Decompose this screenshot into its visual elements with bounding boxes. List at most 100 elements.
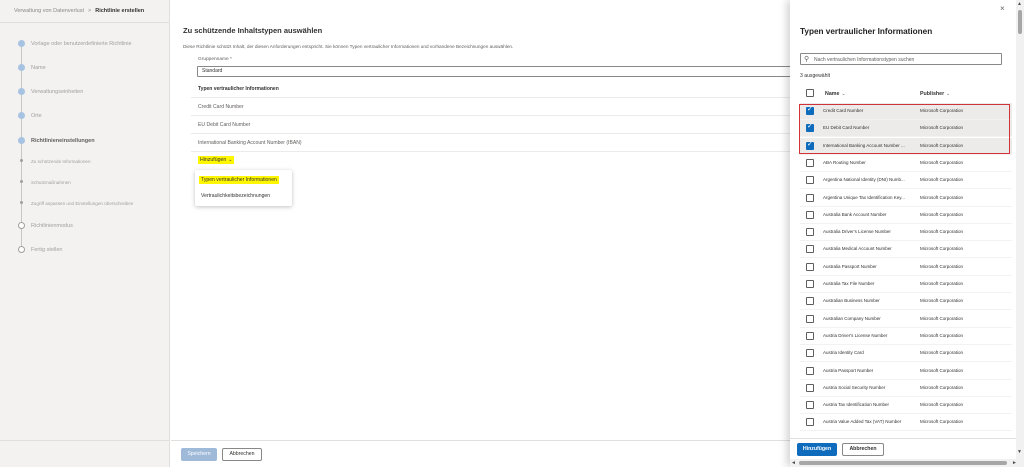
sensitive-info-types-panel: × Typen vertraulicher Informationen ⚲ 3 … — [790, 0, 1024, 467]
step-complete-icon — [18, 40, 25, 47]
list-item[interactable]: Australia Tax File Number Microsoft Corpo… — [800, 276, 1012, 293]
save-button[interactable]: Speichern — [181, 448, 217, 461]
close-icon[interactable]: × — [1000, 4, 1005, 13]
wizard-step[interactable]: Name — [0, 62, 168, 74]
wizard-step[interactable]: Vorlage oder benutzerdefinierte Richtlin… — [0, 38, 168, 50]
cancel-button[interactable]: Abbrechen — [222, 448, 262, 461]
checkbox[interactable] — [806, 245, 814, 254]
item-publisher: Microsoft Corporation — [920, 194, 964, 200]
item-publisher: Microsoft Corporation — [920, 125, 964, 131]
checkbox-checked[interactable] — [806, 140, 814, 150]
search-input[interactable] — [814, 55, 999, 64]
column-header-name[interactable]: Name ⌄ — [825, 91, 846, 97]
wizard-step[interactable]: Zu schützende Informationen — [0, 155, 168, 167]
list-item[interactable]: Australian Business Number Microsoft Corp… — [800, 293, 1012, 311]
list-item[interactable]: ABA Routing Number Microsoft Corporation — [800, 155, 1012, 172]
panel-cancel-button[interactable]: Abbrechen — [842, 443, 884, 456]
list-item[interactable]: International Banking Account Number ...… — [800, 137, 1012, 155]
select-all-checkbox[interactable] — [806, 89, 814, 97]
item-name: Argentina Unique Tax Identification Key.… — [823, 194, 905, 200]
wizard-step[interactable]: Richtlinienmodus — [0, 220, 168, 232]
main-footer-divider — [171, 440, 791, 441]
checkbox[interactable] — [806, 349, 814, 358]
breadcrumb-parent[interactable]: Verwaltung von Datenverlust — [14, 8, 84, 14]
list-item[interactable]: Argentina National Identity (DNI) Numb..… — [800, 172, 1012, 190]
scroll-thumb[interactable] — [799, 461, 1007, 465]
wizard-step-label: Zu schützende Informationen — [31, 158, 91, 164]
item-name: Austria Identity Card — [823, 350, 864, 356]
checkbox[interactable] — [806, 210, 814, 219]
scroll-down-icon[interactable]: ▼ — [1017, 449, 1022, 455]
wizard-step[interactable]: Richtlinieneinstellungen — [0, 135, 168, 147]
checkbox[interactable] — [806, 418, 814, 427]
checkbox[interactable] — [806, 262, 814, 271]
list-item[interactable]: Austria Social Security Number Microsoft … — [800, 380, 1012, 397]
list-item[interactable]: EU Debit Card Number Microsoft Corporatio… — [800, 120, 1012, 138]
checkbox-checked[interactable] — [806, 105, 814, 115]
wizard-step[interactable]: Orte — [0, 110, 168, 122]
list-item[interactable]: Australia Bank Account Number Microsoft C… — [800, 207, 1012, 224]
list-item[interactable]: Austria Identity Card Microsoft Corporati… — [800, 345, 1012, 363]
wizard-pane: Verwaltung von Datenverlust > Richtlinie e… — [0, 0, 170, 467]
checkbox-checked[interactable] — [806, 122, 814, 133]
item-publisher: Microsoft Corporation — [920, 229, 964, 235]
checkbox[interactable] — [806, 280, 814, 288]
item-publisher: Microsoft Corporation — [920, 281, 964, 286]
item-publisher: Microsoft Corporation — [920, 159, 964, 165]
wizard-progress-line — [21, 46, 22, 248]
item-name: Australia Driver's License Number — [823, 229, 891, 235]
list-item[interactable]: Australia Passport Number Microsoft Corpo… — [800, 259, 1012, 276]
table-row: EU Debit Card Number — [198, 122, 251, 128]
checkbox[interactable] — [806, 297, 814, 306]
menu-item-sensitive-info-types[interactable]: Typen vertraulicher Informationen — [199, 176, 279, 184]
scroll-up-icon[interactable]: ▲ — [1017, 1, 1022, 7]
column-header-publisher[interactable]: Publisher ⌄ — [920, 91, 950, 97]
step-pending-icon — [18, 222, 25, 229]
add-button[interactable]: Hinzufügen — [797, 443, 837, 456]
item-publisher: Microsoft Corporation — [920, 298, 964, 304]
checkbox[interactable] — [806, 366, 814, 375]
list-item[interactable]: Australia Medical Account Number Microsof… — [800, 241, 1012, 259]
checkbox[interactable] — [806, 176, 814, 185]
wizard-step[interactable]: Verwaltungseinheiten — [0, 86, 168, 98]
scroll-left-icon[interactable]: ◄ — [791, 460, 796, 466]
checkbox[interactable] — [806, 383, 814, 392]
horizontal-scrollbar[interactable]: ◄ ► — [790, 459, 1024, 467]
menu-item-sensitivity-labels[interactable]: Vertraulichkeitsbezeichnungen — [201, 193, 270, 199]
item-name: EU Debit Card Number — [823, 125, 870, 131]
list-item[interactable]: Austria Value Added Tax (VAT) Number Micr… — [800, 414, 1012, 432]
checkbox[interactable] — [806, 401, 814, 410]
wizard-step[interactable]: Fertig stellen — [0, 244, 168, 256]
substep-dot-icon — [20, 201, 23, 204]
list-item[interactable]: Credit Card Number Microsoft Corporation — [800, 103, 1012, 120]
list-item[interactable]: Argentina Unique Tax Identification Key.… — [800, 190, 1012, 207]
list-item[interactable]: Austria Tax Identification Number Microso… — [800, 397, 1012, 415]
list-item[interactable]: Australian Company Number Microsoft Corpo… — [800, 311, 1012, 328]
step-complete-icon — [18, 112, 25, 119]
checkbox[interactable] — [806, 228, 814, 237]
search-box[interactable]: ⚲ — [800, 53, 1002, 65]
checkbox[interactable] — [806, 331, 814, 340]
list-item[interactable]: Austria Passport Number Microsoft Corpora… — [800, 363, 1012, 380]
checkbox[interactable] — [806, 158, 814, 167]
wizard-step-label: Orte — [31, 113, 42, 119]
list-item[interactable]: Austria Driver's License Number Microsoft… — [800, 328, 1012, 345]
vertical-scrollbar[interactable]: ▲ ▼ — [1016, 0, 1024, 459]
wizard-footer-divider — [0, 440, 170, 441]
wizard-step[interactable]: Schutzmaßnahmen — [0, 176, 168, 188]
item-publisher: Microsoft Corporation — [920, 419, 964, 425]
step-complete-icon — [18, 88, 25, 95]
item-publisher: Microsoft Corporation — [920, 263, 964, 269]
checkbox[interactable] — [806, 193, 814, 202]
add-dropdown-button[interactable]: Hinzufügen ⌄ — [198, 156, 235, 164]
wizard-step[interactable]: Zugriff anpassen und Einstellungen übers… — [0, 197, 168, 209]
group-name-field[interactable]: Standard — [197, 66, 797, 77]
item-publisher: Microsoft Corporation — [920, 350, 964, 356]
item-name: Australian Business Number — [823, 298, 880, 304]
step-complete-icon — [18, 64, 25, 71]
table-divider — [191, 133, 801, 134]
scroll-right-icon[interactable]: ► — [1012, 460, 1017, 466]
scroll-thumb[interactable] — [1018, 10, 1022, 34]
checkbox[interactable] — [806, 314, 814, 323]
list-item[interactable]: Australia Driver's License Number Microso… — [800, 224, 1012, 242]
